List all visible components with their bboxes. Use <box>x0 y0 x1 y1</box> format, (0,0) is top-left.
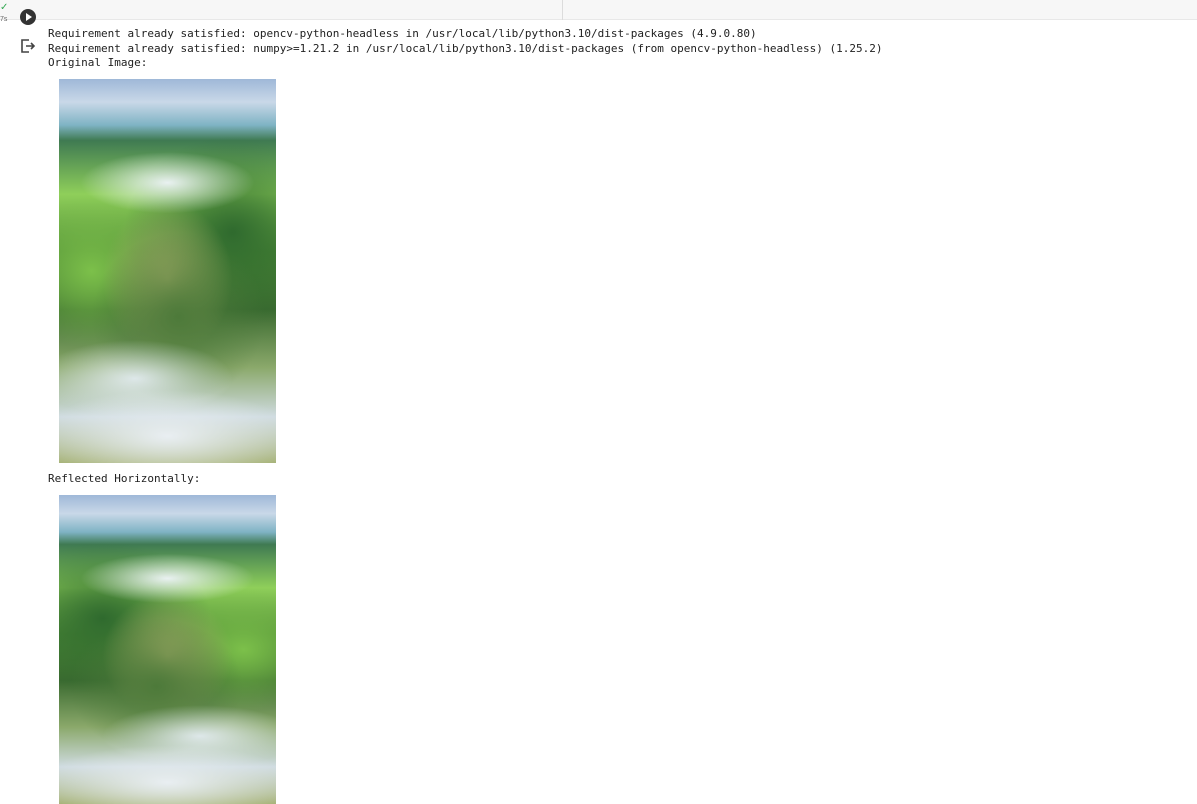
reflected-label: Reflected Horizontally: <box>48 472 201 485</box>
reflected-image <box>59 495 276 804</box>
run-cell-button[interactable] <box>20 9 36 25</box>
output-line: Requirement already satisfied: numpy>=1.… <box>48 41 883 55</box>
output-menu-icon[interactable] <box>20 38 36 54</box>
output-line: Original Image: <box>48 56 148 69</box>
output-line: Requirement already satisfied: opencv-py… <box>48 27 757 40</box>
success-check-icon: ✓ <box>0 2 9 13</box>
code-cell-header <box>0 0 1197 20</box>
divider <box>562 0 563 20</box>
landscape-scene-flipped <box>59 495 276 804</box>
execution-time: 7s <box>0 16 8 23</box>
original-image <box>59 79 276 463</box>
cell-output: Requirement already satisfied: opencv-py… <box>48 27 882 71</box>
landscape-scene <box>59 79 276 463</box>
